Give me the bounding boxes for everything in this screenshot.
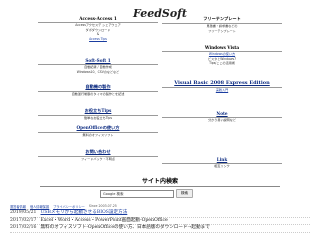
footer-link[interactable]: 個人情報保護 xyxy=(30,204,49,209)
since-date: Since 2003.07.25 xyxy=(88,204,117,208)
left-category-description: フィードバック・不明点 xyxy=(81,157,115,161)
search-input[interactable]: Google 検索 xyxy=(100,189,174,198)
left-category-box: お役立ちTips 簡単なお役立ちTips xyxy=(38,108,158,121)
right-category-description: 分かり易い説明など xyxy=(208,118,236,122)
left-category-title[interactable]: お問い合わせ xyxy=(38,149,158,157)
left-category-link[interactable]: Access Tips xyxy=(38,37,158,42)
right-category-description: Tips/ここの活用術 xyxy=(209,61,235,66)
news-title[interactable]: USBメモリから起動させるBIOS設定方法 xyxy=(40,210,127,217)
news-date: 2019/05/21 xyxy=(10,210,37,215)
left-category-box: Soft-Soft 1 自動記録 / 自動作成 Windows10、CSVのなどなど xyxy=(38,58,158,74)
divider xyxy=(40,186,280,187)
right-category-box: Windows Vista Windowsの使い方 ビスタとWindows7 Tips… xyxy=(162,45,282,66)
right-category-box: Link 相互リンク xyxy=(162,157,282,169)
left-category-title[interactable]: OpenOfficeの使い方 xyxy=(38,125,158,133)
search-button[interactable]: 検索 xyxy=(176,189,193,198)
search-title: サイト内検索 xyxy=(141,178,178,185)
footer-link[interactable]: プライバシーポリシー xyxy=(53,204,85,209)
left-category-description: Windows10、CSVのなどなど xyxy=(76,69,120,74)
right-category-title[interactable]: Visual Basic 2008 Express Edition xyxy=(162,80,282,88)
news-title[interactable]: Excel・Word・Access・PowerPoint画面起動-OpenOff… xyxy=(40,218,167,225)
left-category-box: Access-Access 1 Accessアクセスデ シェアウェア ダボダウンロー… xyxy=(38,16,158,41)
right-category-description: 相互リンク xyxy=(214,164,230,168)
right-category-title: フリーテンプレート xyxy=(162,16,282,24)
left-category-title[interactable]: 自動機の製作 xyxy=(38,84,158,92)
right-category-title[interactable]: Note xyxy=(162,111,282,118)
news-date: 2017/02/17 xyxy=(10,217,37,223)
left-category-title: Access-Access 1 xyxy=(38,16,158,23)
right-category-box: フリーテンプレート 見積書・請求書などの フリーテンプレート xyxy=(162,16,282,33)
right-category-box: Visual Basic 2008 Express Edition 実践入門 xyxy=(162,80,282,93)
left-category-box: 自動機の製作 自動運行制御のタイマの製作とを記述 xyxy=(38,84,158,97)
news-date: 2017/02/16 xyxy=(10,225,37,231)
right-category-description: フリーテンプレート xyxy=(208,28,236,33)
left-category-box: お問い合わせ フィードバック・不明点 xyxy=(38,149,158,162)
news-item: 2017/02/16 無料のオフィスソフト-OpenOfficeの使い方、日本語版… xyxy=(10,225,310,233)
news-title[interactable]: 無料のオフィスソフト-OpenOfficeの使い方、日本語版のダウンロード→起動… xyxy=(40,225,209,232)
site-search: Google 検索 検索 xyxy=(100,189,193,198)
left-category-title[interactable]: Soft-Soft 1 xyxy=(38,58,158,65)
footer-link[interactable]: 運営者情報 xyxy=(10,204,26,209)
footer-links: 運営者情報 個人情報保護 プライバシーポリシー Since 2003.07.25 xyxy=(10,204,117,209)
right-category-box: Note 分かり易い説明など xyxy=(162,111,282,123)
left-category-title[interactable]: お役立ちTips xyxy=(38,108,158,116)
news-item: 2019/05/21 USBメモリから起動させるBIOS設定方法 xyxy=(10,210,310,218)
right-category-title[interactable]: Link xyxy=(162,157,282,164)
news-list: 2019/05/21 USBメモリから起動させるBIOS設定方法 2017/02/1… xyxy=(10,210,310,233)
left-category-description: 簡単なお役立ちTips xyxy=(84,116,112,120)
left-category-description: 自動運行制御のタイマの製作とを記述 xyxy=(71,92,125,96)
left-category-description: 無料のオフィスソフト xyxy=(82,133,114,137)
right-category-link[interactable]: 実践入門 xyxy=(162,88,282,93)
left-category-box: OpenOfficeの使い方 無料のオフィスソフト xyxy=(38,125,158,138)
right-category-title: Windows Vista xyxy=(162,45,282,52)
